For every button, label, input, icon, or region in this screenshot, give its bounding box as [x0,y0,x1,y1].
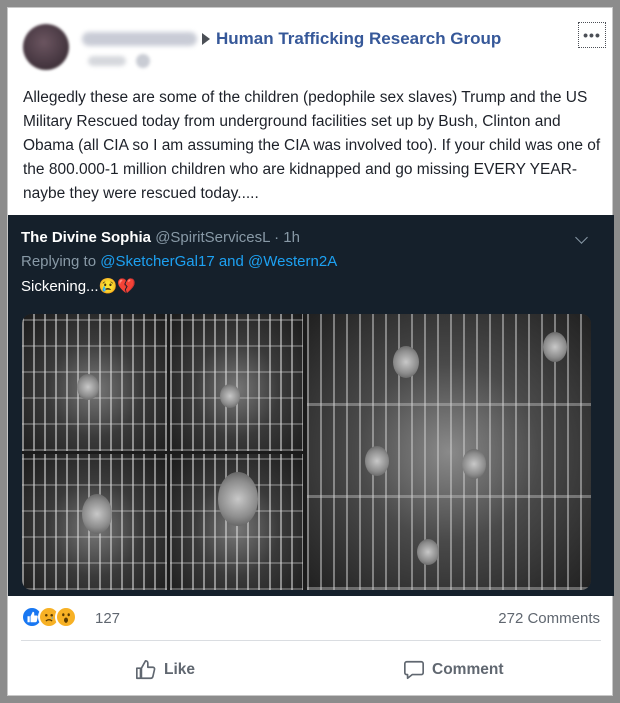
like-label: Like [164,661,196,678]
post-text: Allegedly these are some of the children… [23,89,601,202]
comment-icon [404,660,424,680]
tweet-photo-1[interactable] [22,314,167,451]
chevron-down-icon[interactable] [575,231,588,244]
photo-face [82,494,112,534]
tweet-photo-3[interactable] [22,454,167,590]
embedded-tweet[interactable]: The Divine Sophia @SpiritServicesL · 1h … [8,215,614,596]
reply-user-1-link[interactable]: @SketcherGal17 [100,253,214,270]
post-timestamp-redacted[interactable] [88,56,126,66]
tweet-photo-2[interactable] [170,314,303,451]
photo-face [365,446,389,476]
reply-and: and [214,253,249,270]
photo-face [462,449,486,479]
photo-face [393,346,419,378]
replying-prefix: Replying to [21,253,101,270]
tweet-photo-4[interactable] [170,454,303,590]
shared-to-arrow-icon [202,33,210,45]
privacy-icon [136,54,150,68]
actions-divider [21,640,601,641]
comments-count[interactable]: 272 Comments [498,610,600,627]
tweet-replying-to: Replying to @SketcherGal17 and @Western2… [21,253,337,270]
facebook-post: Human Trafficking Research Group ••• All… [7,7,614,696]
post-stats: 127 272 Comments [8,596,614,640]
tweet-time: · 1h [269,229,300,246]
photo-face [543,332,567,362]
reactions-count[interactable]: 127 [95,610,120,627]
group-name-link[interactable]: Human Trafficking Research Group [216,29,501,49]
reply-user-2-link[interactable]: @Western2A [248,253,337,270]
photo-face [220,384,240,408]
comment-button[interactable]: Comment [403,650,503,690]
wow-reaction-icon[interactable] [55,606,77,628]
more-options-button[interactable]: ••• [578,22,606,48]
post-header: Human Trafficking Research Group ••• [8,8,614,80]
photo-face [77,374,99,400]
tweet-author-handle[interactable]: @SpiritServicesL [155,229,270,246]
thumbs-up-icon [136,660,156,680]
photo-face [417,539,439,565]
tweet-text: Sickening...😢💔 [21,278,136,295]
photo-face [218,472,258,526]
comment-label: Comment [432,661,504,678]
tweet-photo-grid[interactable] [22,314,591,590]
tweet-author-name[interactable]: The Divine Sophia [21,229,151,246]
author-avatar[interactable] [23,24,69,70]
tweet-header: The Divine Sophia @SpiritServicesL · 1h [21,229,300,246]
like-button[interactable]: Like [135,650,195,690]
tweet-photo-5[interactable] [307,314,591,590]
post-actions: Like Comment [8,650,614,690]
author-name-redacted[interactable] [82,32,197,46]
